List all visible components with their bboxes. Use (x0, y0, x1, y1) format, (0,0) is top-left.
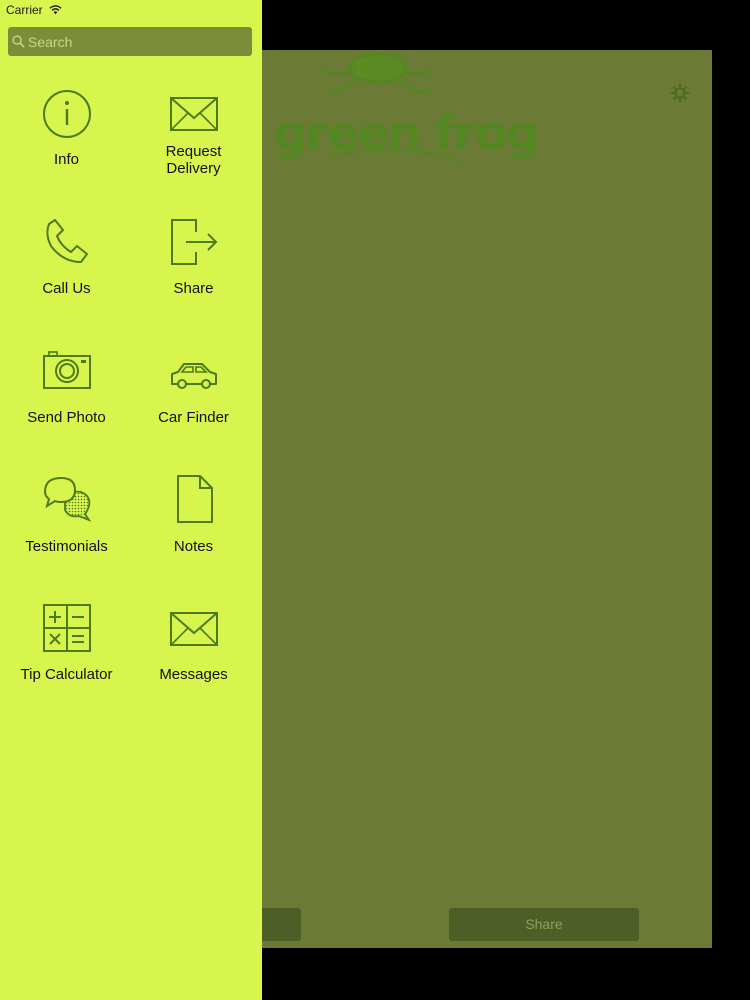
menu-item-label: Request Delivery (165, 143, 222, 177)
camera-icon (43, 351, 91, 389)
menu-item-info[interactable]: Info (3, 88, 130, 217)
menu-item-label: Car Finder (158, 409, 229, 426)
menu-item-label: Messages (159, 666, 228, 683)
envelope-icon (170, 97, 218, 131)
menu-item-label: Info (53, 151, 80, 168)
share-icon (171, 219, 218, 265)
menu-item-label: Notes (173, 538, 214, 555)
wifi-icon (49, 5, 62, 15)
menu-item-tip-calculator[interactable]: Tip Calculator (3, 603, 130, 732)
calculator-icon (43, 604, 91, 652)
envelope-icon (170, 612, 218, 646)
search-bar[interactable] (8, 27, 252, 56)
menu-item-label: Testimonials (25, 538, 108, 555)
menu-item-notes[interactable]: Notes (130, 474, 257, 603)
side-drawer: Carrier Info Request Delivery (0, 0, 262, 1000)
menu-item-car-finder[interactable]: Car Finder (130, 346, 257, 475)
logo-text: green frog (274, 106, 539, 160)
menu-item-label: Call Us (42, 280, 91, 297)
document-icon (177, 475, 213, 523)
search-input[interactable] (28, 27, 248, 56)
menu-item-send-photo[interactable]: Send Photo (3, 346, 130, 475)
carrier-label: Carrier (6, 3, 43, 17)
gear-icon[interactable] (669, 82, 691, 104)
menu-item-label: Tip Calculator (20, 666, 113, 683)
menu-item-request-delivery[interactable]: Request Delivery (130, 88, 257, 217)
menu-item-share[interactable]: Share (130, 216, 257, 345)
car-icon (171, 363, 217, 389)
menu-item-label: Share (173, 280, 214, 297)
menu-item-label: Send Photo (27, 409, 106, 426)
chat-bubbles-icon (43, 476, 92, 522)
menu-item-messages[interactable]: Messages (130, 603, 257, 732)
green-frog-logo: green frog (262, 50, 539, 190)
menu-item-testimonials[interactable]: Testimonials (3, 474, 130, 603)
bottom-share-button[interactable]: Share (449, 908, 639, 941)
info-icon (43, 90, 91, 138)
bottom-left-button[interactable] (262, 908, 301, 941)
status-bar: Carrier (0, 0, 262, 22)
search-icon (12, 35, 25, 48)
phone-icon (46, 219, 88, 263)
menu-item-call-us[interactable]: Call Us (3, 216, 130, 345)
